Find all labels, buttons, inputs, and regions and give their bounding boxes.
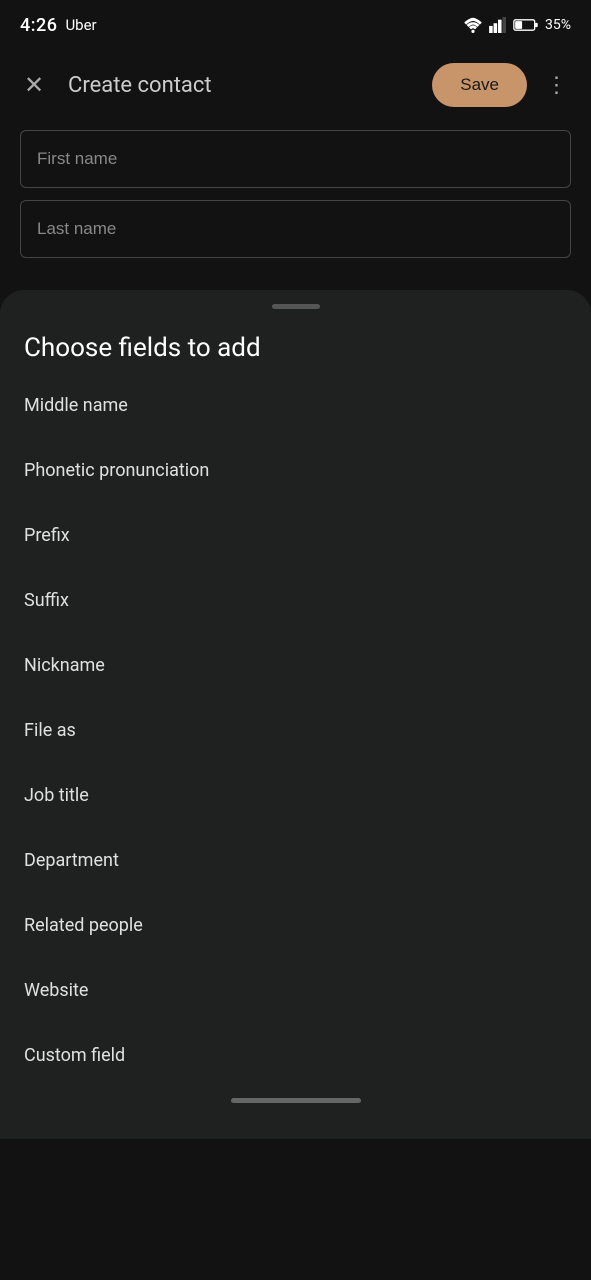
field-item-phonetic-pronunciation[interactable]: Phonetic pronunciation [0, 438, 591, 503]
bottom-sheet: Choose fields to add Middle namePhonetic… [0, 290, 591, 1139]
field-item-suffix[interactable]: Suffix [0, 568, 591, 633]
home-bar [231, 1098, 361, 1103]
sheet-handle-container [0, 290, 591, 317]
wifi-icon [463, 17, 483, 33]
status-bar: 4:26 Uber 35% [0, 0, 591, 50]
battery-icon [513, 18, 539, 32]
save-button[interactable]: Save [432, 63, 527, 107]
more-options-button[interactable]: ⋮ [539, 67, 575, 103]
first-name-input[interactable] [20, 130, 571, 188]
app-header: ✕ Create contact Save ⋮ [0, 50, 591, 120]
last-name-input[interactable] [20, 200, 571, 258]
field-item-file-as[interactable]: File as [0, 698, 591, 763]
status-time: 4:26 [20, 15, 57, 36]
field-item-department[interactable]: Department [0, 828, 591, 893]
status-right: 35% [463, 17, 571, 33]
signal-icon [489, 17, 507, 33]
header-left: ✕ Create contact [16, 67, 212, 103]
field-item-prefix[interactable]: Prefix [0, 503, 591, 568]
page-title: Create contact [68, 73, 212, 98]
close-button[interactable]: ✕ [16, 67, 52, 103]
form-area [0, 120, 591, 290]
header-right: Save ⋮ [432, 63, 575, 107]
field-item-related-people[interactable]: Related people [0, 893, 591, 958]
sheet-title: Choose fields to add [0, 317, 591, 373]
battery-level: 35% [545, 17, 571, 33]
status-app-name: Uber [65, 16, 96, 34]
sheet-handle [272, 304, 320, 309]
field-item-job-title[interactable]: Job title [0, 763, 591, 828]
close-icon: ✕ [24, 73, 44, 97]
status-left: 4:26 Uber [20, 15, 97, 36]
field-item-website[interactable]: Website [0, 958, 591, 1023]
field-item-custom-field[interactable]: Custom field [0, 1023, 591, 1088]
home-indicator [0, 1088, 591, 1109]
field-item-nickname[interactable]: Nickname [0, 633, 591, 698]
field-list: Middle namePhonetic pronunciationPrefixS… [0, 373, 591, 1088]
field-item-middle-name[interactable]: Middle name [0, 373, 591, 438]
